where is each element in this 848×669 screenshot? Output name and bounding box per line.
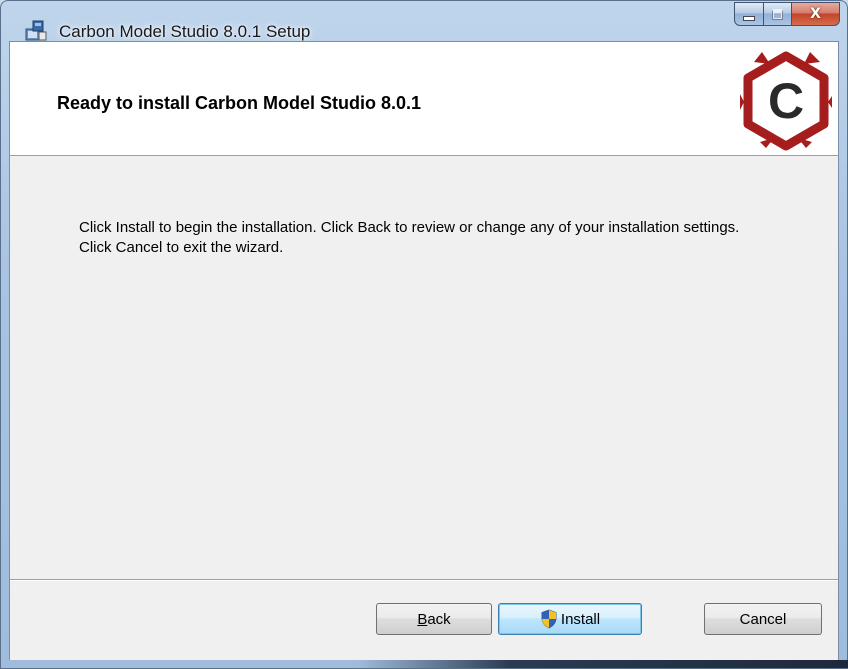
caption-buttons: X: [734, 2, 840, 28]
maximize-icon: [772, 8, 783, 20]
header-banner: Ready to install Carbon Model Studio 8.0…: [10, 42, 838, 156]
back-button[interactable]: Back: [376, 603, 492, 635]
button-separator: [10, 579, 838, 581]
installer-window: Carbon Model Studio 8.0.1 Setup X Ready …: [0, 0, 848, 669]
cancel-button[interactable]: Cancel: [704, 603, 822, 635]
back-mnemonic: B: [417, 610, 428, 628]
uac-shield-icon: [541, 609, 557, 629]
title-bar[interactable]: Carbon Model Studio 8.0.1 Setup X: [1, 1, 847, 41]
logo-letter: C: [768, 73, 804, 129]
close-icon: X: [810, 6, 821, 22]
window-title: Carbon Model Studio 8.0.1 Setup: [59, 22, 311, 41]
carbon-logo-icon: C: [740, 51, 832, 151]
install-button[interactable]: Install: [498, 603, 642, 635]
minimize-icon: [743, 15, 755, 21]
cancel-label: Cancel: [739, 610, 787, 628]
dialog-client-area: Ready to install Carbon Model Studio 8.0…: [9, 41, 839, 662]
install-label: Install: [560, 610, 601, 628]
close-button[interactable]: X: [792, 2, 840, 26]
window-bottom-edge: [1, 660, 848, 668]
minimize-button[interactable]: [734, 2, 764, 26]
maximize-button[interactable]: [764, 2, 792, 26]
back-label-rest: ack: [427, 610, 451, 628]
installer-app-icon[interactable]: [25, 20, 47, 42]
instructions-text: Click Install to begin the installation.…: [79, 219, 740, 256]
page-title: Ready to install Carbon Model Studio 8.0…: [57, 93, 422, 113]
